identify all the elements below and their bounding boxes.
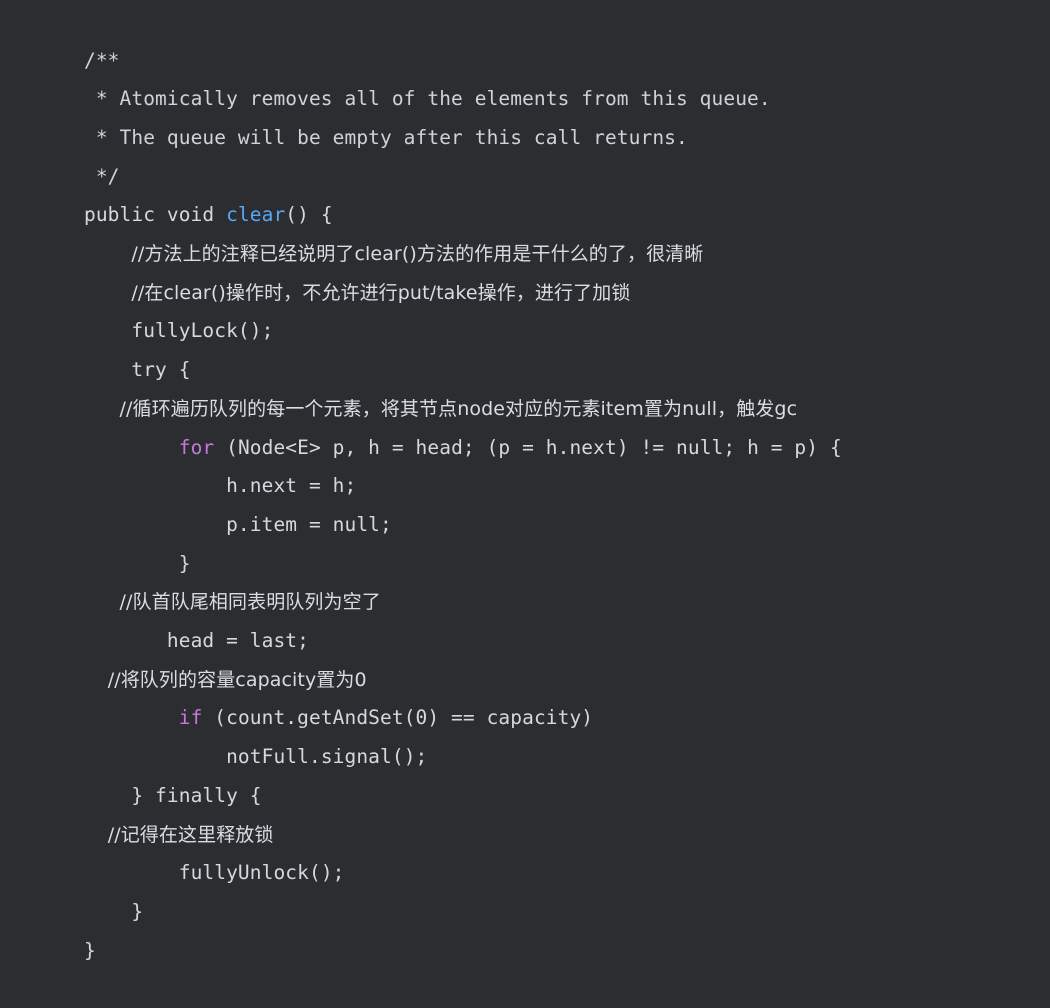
code-token-default: fullyLock(); [131,319,274,343]
code-line: p.item = null; [84,506,1050,545]
code-token-keyword: for [178,435,215,459]
code-token-cjk-comment: //在clear()操作时，不允许进行put/take操作，进行了加锁 [131,281,631,304]
code-token-default: () { [285,203,333,227]
code-line: try { [84,351,1050,390]
code-line: if (count.getAndSet(0) == capacity) [84,699,1050,738]
code-token-default: h.next = h; [226,474,357,498]
code-line: h.next = h; [84,467,1050,506]
code-token-default: p.item = null; [226,512,392,536]
code-line: //方法上的注释已经说明了clear()方法的作用是干什么的了，很清晰 [84,235,1050,274]
code-line: } [84,893,1050,932]
code-token-cjk-comment: //方法上的注释已经说明了clear()方法的作用是干什么的了，很清晰 [131,243,704,266]
code-line: } finally { [84,777,1050,816]
code-token-method: clear [226,203,286,227]
code-token-default: head = last; [166,629,309,653]
code-line: fullyUnlock(); [84,854,1050,893]
code-token-default: } finally { [131,783,262,807]
code-line: * The queue will be empty after this cal… [84,119,1050,158]
code-token-comment: * The queue will be empty after this cal… [95,125,688,149]
code-line: //将队列的容量capacity置为0 [84,661,1050,700]
code-line: public void clear() { [84,196,1050,235]
code-token-default: } [178,551,191,575]
code-token-cjk-comment: //记得在这里释放锁 [107,823,274,846]
code-line: //记得在这里释放锁 [84,816,1050,855]
code-line: } [84,545,1050,584]
code-token-comment: /** [84,48,120,72]
code-token-comment: */ [95,164,120,188]
code-line: head = last; [84,622,1050,661]
code-line: notFull.signal(); [84,738,1050,777]
code-line: //在clear()操作时，不允许进行put/take操作，进行了加锁 [84,274,1050,313]
code-line: /** [84,42,1050,81]
code-token-comment: * Atomically removes all of the elements… [95,87,771,111]
code-line: //循环遍历队列的每一个元素，将其节点node对应的元素item置为null，触… [84,390,1050,429]
code-token-default: notFull.signal(); [226,745,428,769]
code-token-cjk-comment: //循环遍历队列的每一个元素，将其节点node对应的元素item置为null，触… [119,397,798,420]
code-line: for (Node<E> p, h = head; (p = h.next) !… [84,429,1050,468]
code-line: fullyLock(); [84,312,1050,351]
code-token-cjk-comment: //将队列的容量capacity置为0 [107,668,367,691]
code-line: */ [84,158,1050,197]
code-token-default: (Node<E> p, h = head; (p = h.next) != nu… [214,435,842,459]
code-content[interactable]: /** * Atomically removes all of the elem… [0,42,1050,971]
code-block: /** * Atomically removes all of the elem… [0,0,1050,1008]
code-token-cjk-comment: //队首队尾相同表明队列为空了 [119,591,381,614]
code-token-default: public void [84,203,227,227]
code-token-keyword: if [178,706,203,730]
code-line: } [84,932,1050,971]
code-line: //队首队尾相同表明队列为空了 [84,583,1050,622]
code-token-default: fullyUnlock(); [178,861,345,885]
code-token-default: } [131,899,144,923]
code-token-default: (count.getAndSet(0) == capacity) [202,706,594,730]
code-line: * Atomically removes all of the elements… [84,80,1050,119]
code-token-default: } [84,938,96,962]
code-token-default: try { [131,358,191,382]
